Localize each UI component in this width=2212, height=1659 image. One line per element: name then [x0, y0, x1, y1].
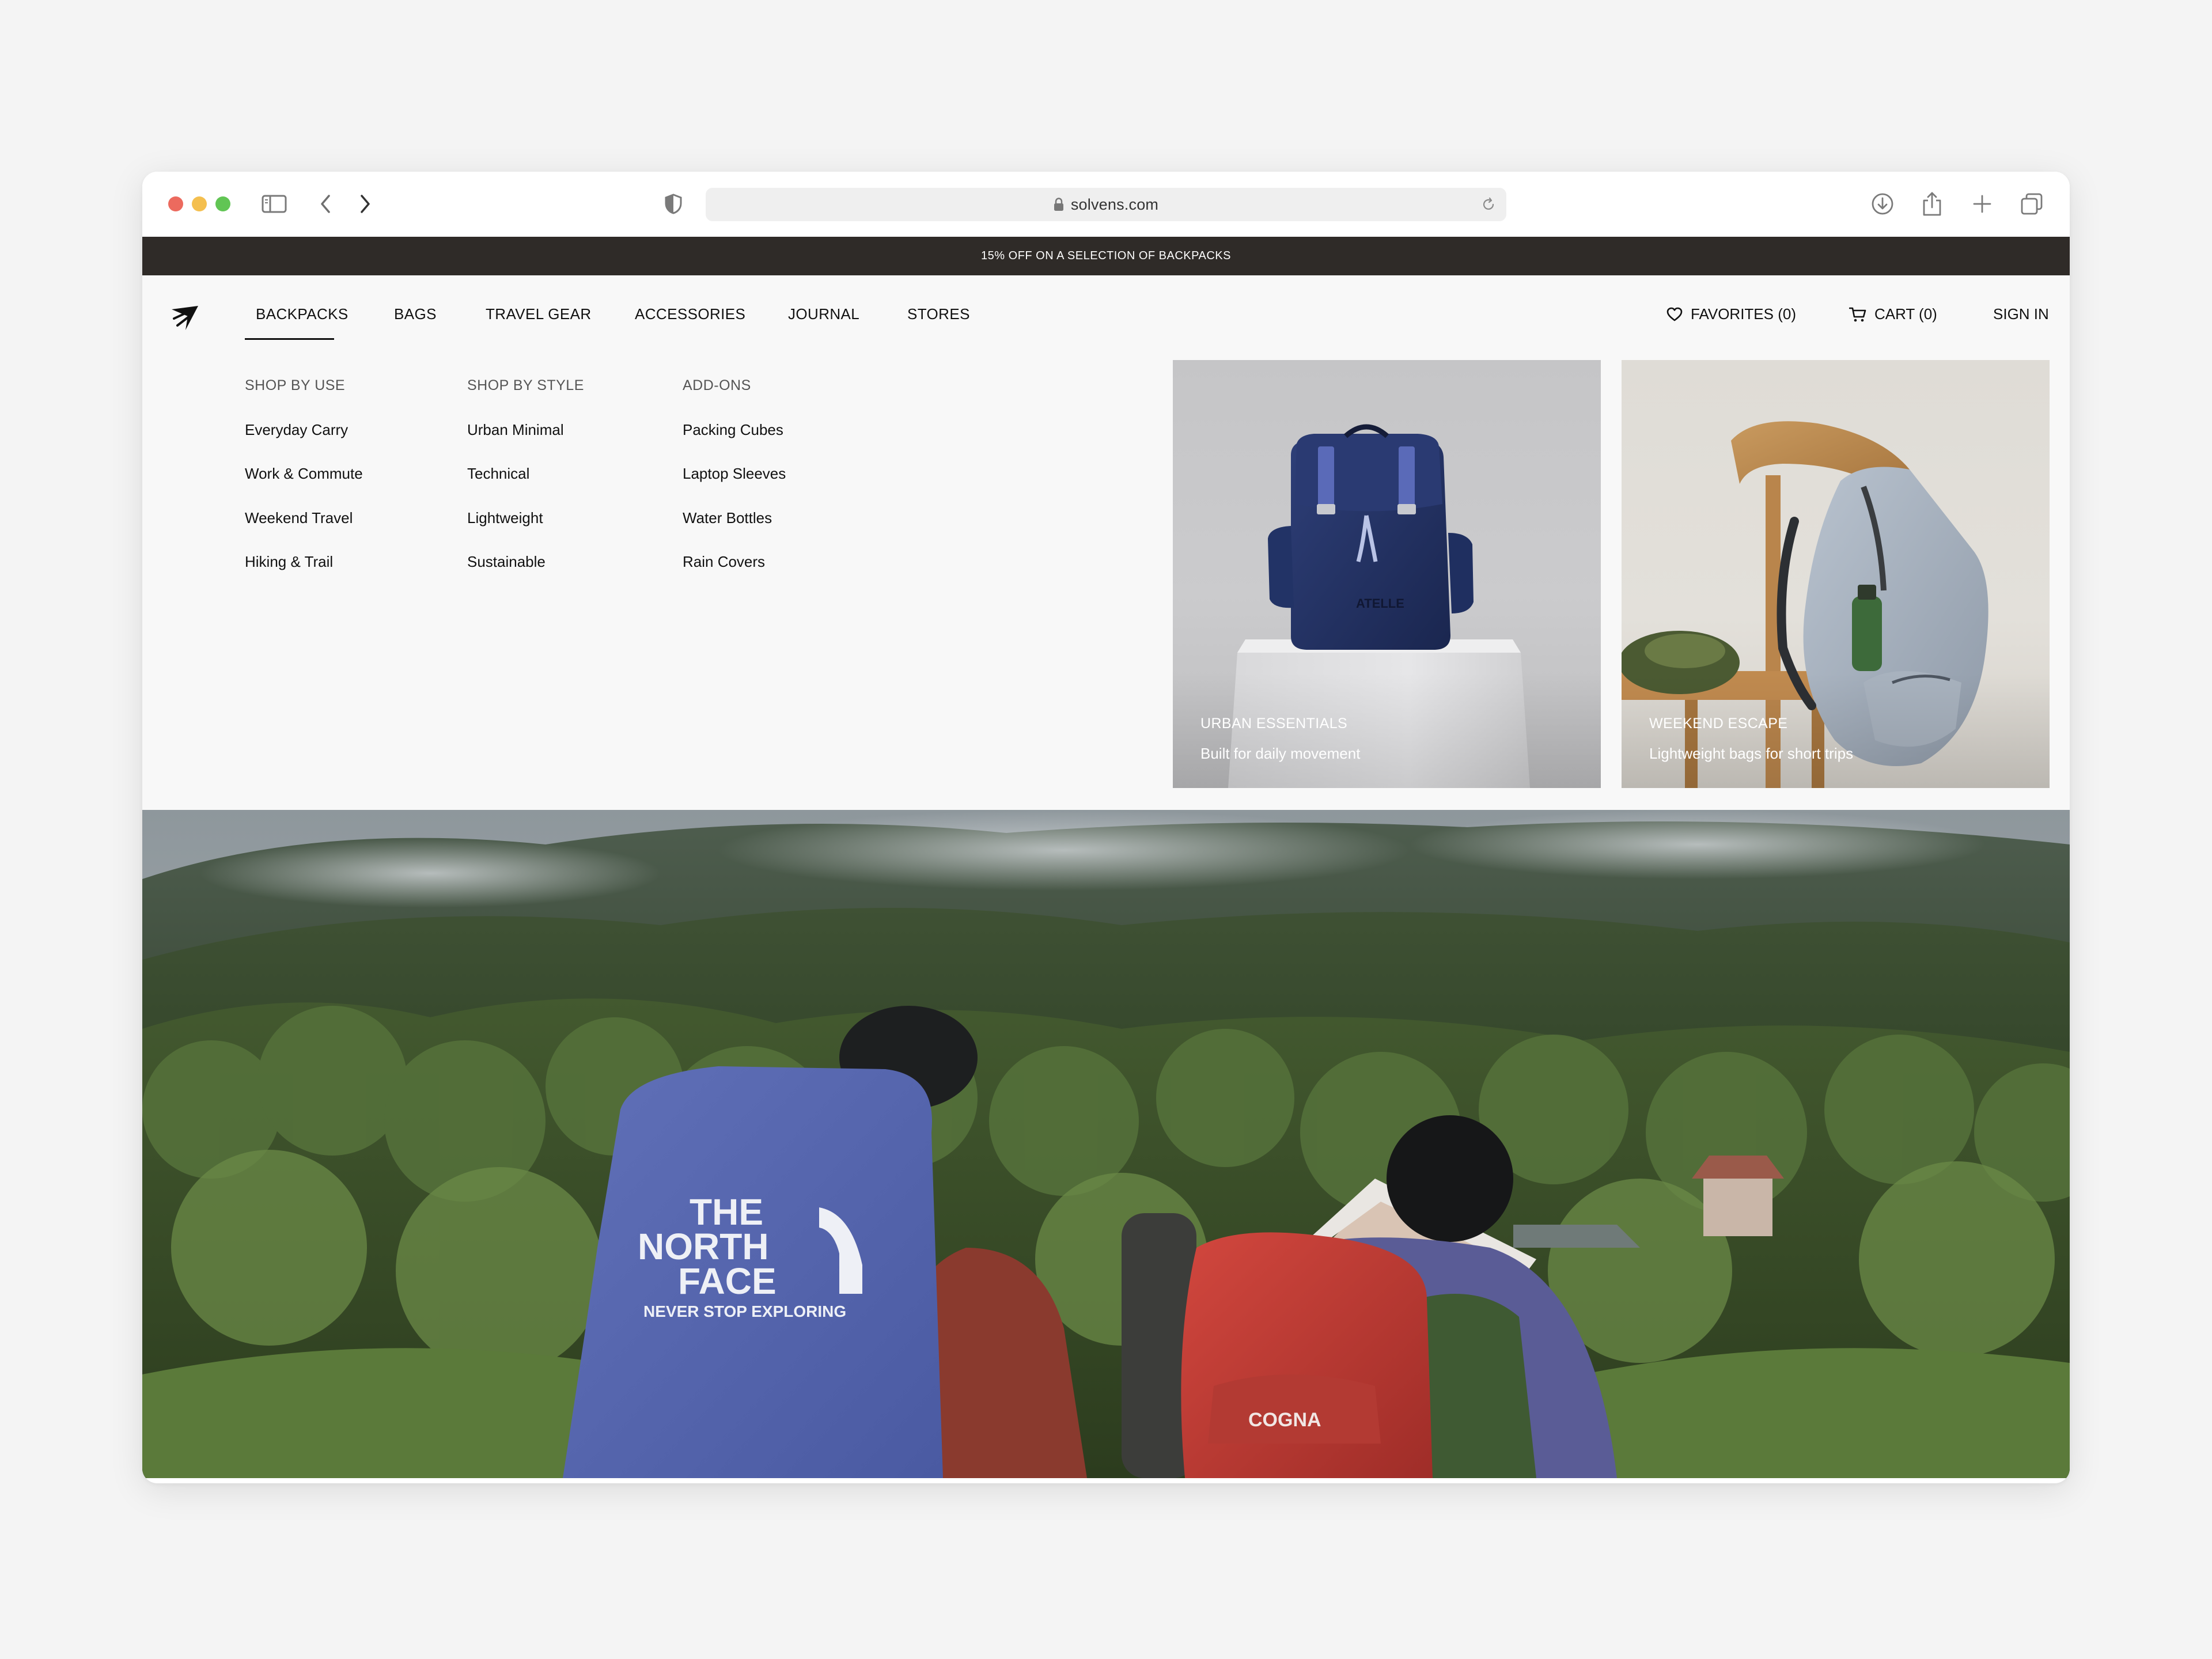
menu-link-water-bottles[interactable]: Water Bottles: [683, 509, 772, 527]
download-icon[interactable]: [1868, 189, 1897, 219]
promo-card-weekend-escape[interactable]: WEEKEND ESCAPE Lightweight bags for shor…: [1622, 360, 2050, 788]
hero-image: THE NORTH FACE NEVER STOP EXPLORING COGN…: [142, 810, 2070, 1478]
sidebar-icon[interactable]: [259, 189, 289, 219]
menu-link-technical[interactable]: Technical: [467, 465, 529, 483]
hikers-landscape-illustration: THE NORTH FACE NEVER STOP EXPLORING COGN…: [142, 810, 2070, 1478]
heart-icon: [1666, 307, 1683, 321]
reload-icon[interactable]: [1480, 196, 1497, 213]
nav-backpacks[interactable]: BACKPACKS: [256, 305, 349, 323]
promo-card-urban-essentials[interactable]: ATELLE URBAN ESSENTIALS Built for daily …: [1173, 360, 1601, 788]
cart-icon: [1849, 307, 1866, 321]
minimize-window-button[interactable]: [192, 196, 207, 211]
promo-banner[interactable]: 15% OFF ON A SELECTION OF BACKPACKS: [142, 237, 2070, 275]
sign-in-link[interactable]: SIGN IN: [1993, 305, 2049, 323]
favorites-link[interactable]: FAVORITES (0): [1666, 305, 1796, 323]
menu-link-sustainable[interactable]: Sustainable: [467, 553, 546, 571]
nav-travel-gear[interactable]: TRAVEL GEAR: [486, 305, 592, 323]
sign-in-label: SIGN IN: [1993, 305, 2049, 323]
card-title: URBAN ESSENTIALS: [1200, 715, 1348, 732]
favorites-label: FAVORITES (0): [1691, 305, 1796, 323]
card-subtitle: Lightweight bags for short trips: [1649, 745, 1854, 762]
nav-accessories[interactable]: ACCESSORIES: [635, 305, 745, 323]
menu-link-rain-covers[interactable]: Rain Covers: [683, 553, 765, 571]
nav-stores[interactable]: STORES: [907, 305, 970, 323]
print-tagline: NEVER STOP EXPLORING: [643, 1302, 846, 1320]
menu-link-work-commute[interactable]: Work & Commute: [245, 465, 363, 483]
back-icon[interactable]: [310, 189, 340, 219]
close-window-button[interactable]: [168, 196, 183, 211]
promo-text: 15% OFF ON A SELECTION OF BACKPACKS: [981, 249, 1231, 262]
tabs-overview-icon[interactable]: [2017, 189, 2047, 219]
zoom-window-button[interactable]: [215, 196, 230, 211]
card-title: WEEKEND ESCAPE: [1649, 715, 1788, 732]
cart-link[interactable]: CART (0): [1849, 305, 1937, 323]
print-pack2: COGNA: [1248, 1409, 1321, 1431]
nav-bags[interactable]: BAGS: [394, 305, 437, 323]
mega-menu: BACKPACKS BAGS TRAVEL GEAR ACCESSORIES J…: [142, 275, 2070, 810]
share-icon[interactable]: [1917, 189, 1947, 219]
menu-link-everyday-carry[interactable]: Everyday Carry: [245, 421, 348, 439]
menu-link-lightweight[interactable]: Lightweight: [467, 509, 543, 527]
new-tab-icon[interactable]: [1967, 189, 1997, 219]
browser-toolbar: solvens.com: [142, 172, 2070, 237]
menu-link-urban-minimal[interactable]: Urban Minimal: [467, 421, 564, 439]
menu-link-hiking-trail[interactable]: Hiking & Trail: [245, 553, 333, 571]
menu-heading-shop-by-use: SHOP BY USE: [245, 377, 346, 393]
browser-window: solvens.com 15% OFF ON A SELECTION OF BA…: [142, 172, 2070, 1483]
svg-text:ATELLE: ATELLE: [1356, 596, 1404, 611]
cart-label: CART (0): [1874, 305, 1937, 323]
nav-journal[interactable]: JOURNAL: [788, 305, 859, 323]
print-line3: FACE: [678, 1260, 777, 1302]
address-bar[interactable]: solvens.com: [706, 188, 1506, 221]
url-text: solvens.com: [1070, 195, 1159, 213]
menu-heading-shop-by-style: SHOP BY STYLE: [467, 377, 584, 393]
nav-active-indicator: [245, 338, 334, 340]
menu-link-packing-cubes[interactable]: Packing Cubes: [683, 421, 783, 439]
menu-heading-add-ons: ADD-ONS: [683, 377, 751, 393]
forward-icon[interactable]: [350, 189, 380, 219]
brand-logo[interactable]: [168, 301, 202, 335]
menu-link-weekend-travel[interactable]: Weekend Travel: [245, 509, 353, 527]
menu-link-laptop-sleeves[interactable]: Laptop Sleeves: [683, 465, 786, 483]
card-subtitle: Built for daily movement: [1200, 745, 1361, 762]
shield-icon[interactable]: [658, 189, 688, 219]
lock-icon: [1054, 198, 1064, 211]
